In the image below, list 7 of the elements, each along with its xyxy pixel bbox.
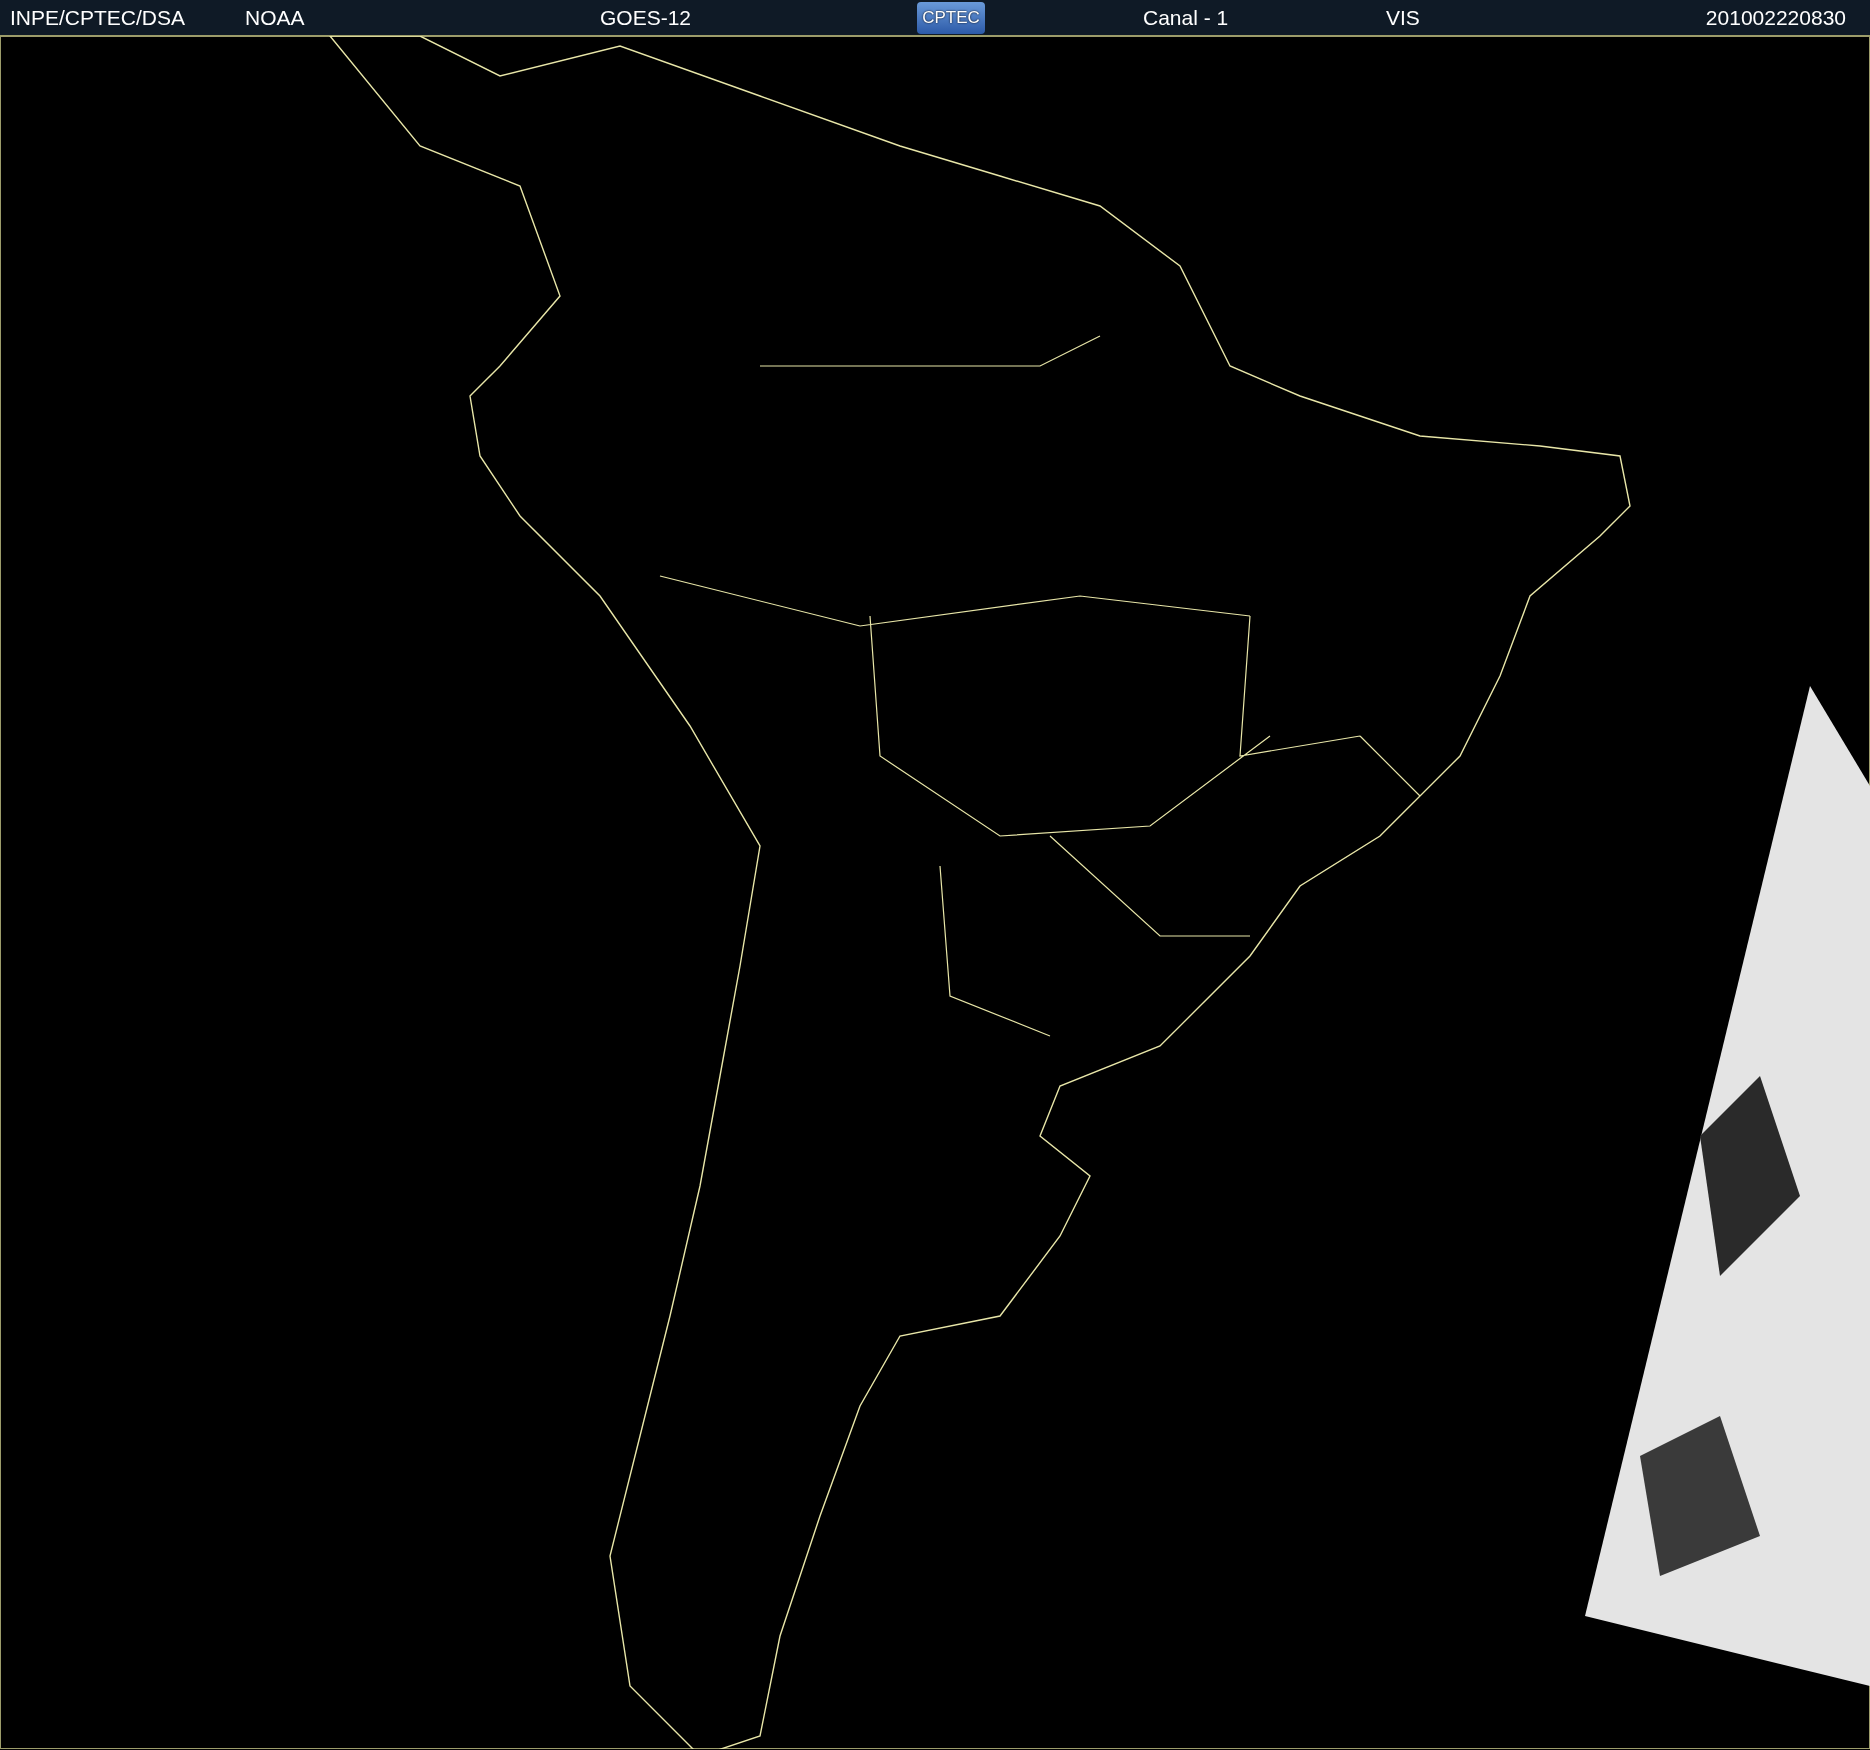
logo: CPTEC <box>917 1 985 34</box>
band-label: VIS <box>1386 5 1421 30</box>
source-label: INPE/CPTEC/DSA <box>10 5 187 30</box>
agency-label: NOAA <box>245 5 306 30</box>
channel-label: Canal - 1 <box>1143 5 1230 30</box>
timestamp-label: 201002220830 <box>1705 5 1846 30</box>
satellite-label: GOES-12 <box>600 5 693 30</box>
